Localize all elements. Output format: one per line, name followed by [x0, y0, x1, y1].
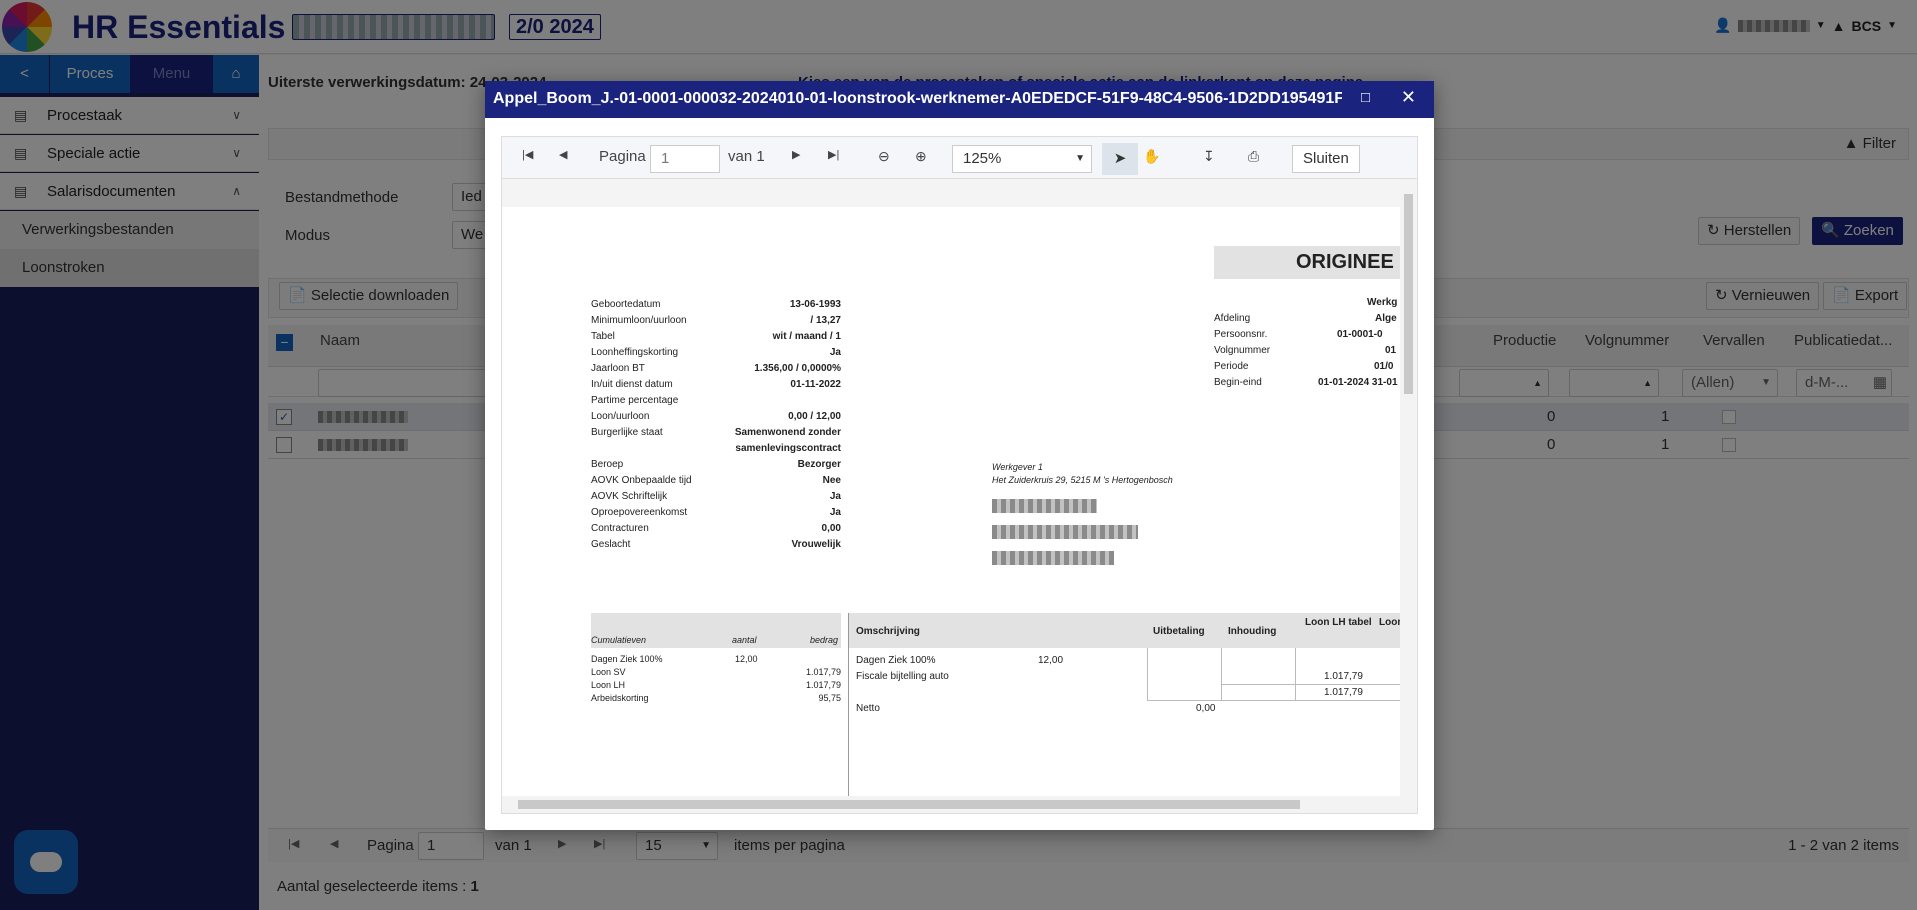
doc-th: Loon LH tabel: [1305, 617, 1372, 628]
horizontal-scrollbar[interactable]: [502, 796, 1417, 813]
doc-value: 13-06-1993: [789, 299, 841, 310]
doc-label: Oproepovereenkomst: [591, 507, 688, 518]
doc-label: Begin-eind: [1214, 377, 1262, 388]
doc-cell: Loon LH: [591, 680, 626, 690]
doc-label: Contracturen: [591, 523, 649, 534]
select-tool-icon[interactable]: ➤: [1102, 143, 1138, 175]
doc-value: Ja: [829, 491, 841, 502]
doc-label: Persoonsnr.: [1214, 329, 1268, 340]
doc-label: Geslacht: [591, 539, 631, 550]
doc-value: 0,00: [821, 523, 841, 534]
dialog-header: Appel_Boom_J.-01-0001-000032-2024010-01-…: [485, 81, 1434, 118]
employer-address: Het Zuiderkruis 29, 5215 M 's Hertogenbo…: [992, 475, 1173, 485]
maximize-icon[interactable]: □: [1361, 89, 1370, 106]
employee-address-redacted: [992, 499, 1097, 513]
dialog-title: Appel_Boom_J.-01-0001-000032-2024010-01-…: [493, 90, 1342, 107]
employee-address-redacted: [992, 551, 1114, 565]
doc-label: Beroep: [591, 459, 624, 470]
doc-value: Ja: [829, 507, 841, 518]
pdf-page: ORIGINEE Werkg Afdeling Alge Persoonsnr.…: [502, 179, 1400, 796]
doc-cell: Loon SV: [591, 667, 626, 677]
doc-label: In/uit dienst datum: [591, 379, 673, 390]
doc-label: AOVK Schriftelijk: [591, 491, 668, 502]
print-icon[interactable]: ⎙: [1248, 148, 1259, 165]
doc-text: Werkg: [1367, 297, 1398, 308]
doc-label: Loonheffingskorting: [591, 347, 679, 358]
doc-value: 01-11-2022: [790, 379, 841, 390]
doc-th: Omschrijving: [856, 626, 920, 637]
chevron-down-icon: ▼: [1075, 153, 1085, 164]
doc-label: Afdeling: [1214, 313, 1251, 324]
doc-cell: 1.017,79: [805, 667, 841, 677]
doc-cell: 0,00: [1196, 703, 1216, 714]
doc-label: Tabel: [591, 331, 615, 342]
download-icon[interactable]: ↧: [1203, 148, 1215, 165]
doc-value: 1.356,00 / 0,0000%: [754, 363, 841, 374]
doc-th: Loon bijz.t: [1379, 617, 1400, 628]
doc-value: Nee: [822, 475, 841, 486]
doc-value: 0,00 / 12,00: [788, 411, 841, 422]
pdf-dialog: Appel_Boom_J.-01-0001-000032-2024010-01-…: [485, 81, 1434, 830]
doc-label: Jaarloon BT: [591, 363, 645, 374]
page-count: van 1: [728, 148, 765, 165]
doc-cell: Dagen Ziek 100%: [856, 655, 936, 666]
doc-value: wit / maand / 1: [772, 331, 841, 342]
doc-cell: Arbeidskorting: [591, 693, 649, 703]
doc-th: aantal: [732, 635, 757, 645]
doc-value: 01-0001-0: [1337, 329, 1383, 340]
doc-label: Loon/uurloon: [591, 411, 650, 422]
doc-cell: 1.017,79: [1324, 671, 1363, 682]
doc-th: Uitbetaling: [1153, 626, 1205, 637]
doc-cell: 12,00: [1038, 655, 1064, 666]
doc-label: Periode: [1214, 361, 1249, 372]
doc-value: Bezorger: [797, 459, 841, 470]
doc-value: / 13,27: [810, 315, 841, 326]
close-viewer-button[interactable]: Sluiten: [1292, 145, 1360, 173]
doc-label: Burgerlijke staat: [591, 427, 663, 438]
doc-value: 01: [1385, 345, 1397, 356]
zoom-out-icon[interactable]: ⊖: [878, 148, 890, 165]
doc-label: AOVK Onbepaalde tijd: [591, 475, 692, 486]
doc-value: 01/0: [1374, 361, 1394, 372]
employer-name: Werkgever 1: [992, 462, 1043, 472]
doc-cell: Fiscale bijtelling auto: [856, 671, 949, 682]
pdf-toolbar: |◀ ◀ Pagina 1 van 1 ▶ ▶| ⊖ ⊕ 125% ▼ ➤ ✋ ↧…: [502, 137, 1417, 179]
doc-value: Alge: [1375, 313, 1397, 324]
doc-th: bedrag: [810, 635, 839, 645]
pdf-viewer: |◀ ◀ Pagina 1 van 1 ▶ ▶| ⊖ ⊕ 125% ▼ ➤ ✋ ↧…: [501, 136, 1418, 814]
doc-header: ORIGINEE: [1296, 251, 1394, 273]
doc-label: Volgnummer: [1214, 345, 1271, 356]
doc-label: Geboortedatum: [591, 299, 661, 310]
doc-th: Inhouding: [1228, 626, 1277, 637]
page-label: Pagina: [599, 148, 646, 165]
prev-page-icon[interactable]: ◀: [559, 148, 567, 161]
doc-cell: 1.017,79: [1324, 687, 1363, 698]
doc-cell: Netto: [856, 703, 880, 714]
pan-tool-icon[interactable]: ✋: [1143, 148, 1160, 165]
doc-cell: 12,00: [735, 654, 758, 664]
vertical-scrollbar[interactable]: [1400, 179, 1417, 796]
close-icon[interactable]: ✕: [1401, 87, 1416, 108]
doc-label: Partime percentage: [591, 395, 679, 406]
first-page-icon[interactable]: |◀: [522, 148, 533, 161]
last-page-icon[interactable]: ▶|: [828, 148, 839, 161]
doc-th: Cumulatieven: [591, 635, 647, 645]
doc-cell: 1.017,79: [805, 680, 841, 690]
doc-value: Vrouwelijk: [791, 539, 841, 550]
page-input[interactable]: 1: [650, 145, 720, 173]
doc-value: Ja: [829, 347, 841, 358]
zoom-select[interactable]: 125% ▼: [952, 145, 1092, 173]
zoom-in-icon[interactable]: ⊕: [915, 148, 927, 165]
employee-address-redacted: [992, 525, 1138, 539]
doc-value: Samenwonend zonder: [734, 427, 841, 438]
next-page-icon[interactable]: ▶: [792, 148, 800, 161]
doc-value: 01-01-2024 31-01: [1318, 377, 1398, 388]
doc-label: Minimumloon/uurloon: [591, 315, 687, 326]
doc-cell: Dagen Ziek 100%: [591, 654, 663, 664]
doc-cell: 95,75: [818, 693, 841, 703]
doc-value: samenlevingscontract: [735, 443, 841, 454]
